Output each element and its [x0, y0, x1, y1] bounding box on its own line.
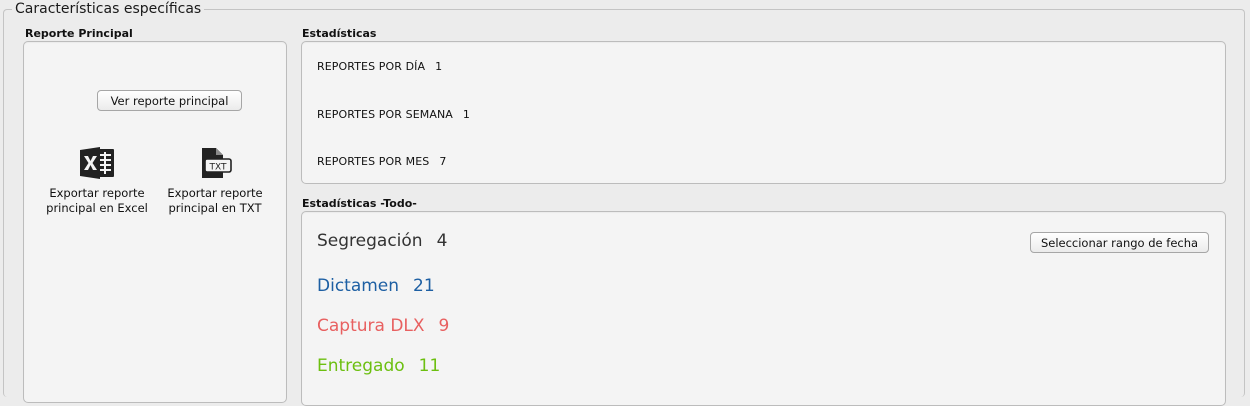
todo-value: 4	[436, 231, 448, 251]
excel-icon	[80, 147, 114, 179]
stat-row-dia: REPORTES POR DÍA 1	[317, 60, 442, 73]
todo-value: 9	[438, 316, 450, 336]
svg-text:TXT: TXT	[208, 163, 227, 173]
stat-label: REPORTES POR DÍA	[317, 60, 426, 73]
stat-value: 1	[435, 60, 443, 73]
stat-value: 1	[462, 108, 471, 121]
todo-row-captura-dlx: Captura DLX 9	[317, 316, 449, 336]
export-txt-label-2: principal en TXT	[168, 201, 262, 215]
export-excel-label-1: Exportar reporte	[49, 186, 145, 200]
reporte-principal-title: Reporte Principal	[25, 27, 133, 40]
estadisticas-title: Estadísticas	[302, 27, 377, 40]
txt-file-icon: TXT	[202, 148, 232, 178]
todo-label: Captura DLX	[317, 316, 425, 336]
seleccionar-rango-fecha-button[interactable]: Seleccionar rango de fecha	[1030, 232, 1209, 253]
todo-row-entregado: Entregado 11	[317, 356, 440, 376]
export-excel-label-2: principal en Excel	[46, 201, 148, 215]
todo-value: 21	[413, 276, 435, 296]
caracteristicas-legend: Características específicas	[12, 1, 205, 17]
todo-row-dictamen: Dictamen 21	[317, 276, 435, 296]
stat-row-semana: REPORTES POR SEMANA 1	[317, 108, 470, 121]
todo-label: Segregación	[317, 231, 423, 251]
stat-label: REPORTES POR MES	[317, 155, 430, 168]
export-excel-button[interactable]: Exportar reporte principal en Excel	[42, 146, 152, 216]
export-txt-label-1: Exportar reporte	[167, 186, 263, 200]
todo-label: Entregado	[317, 356, 405, 376]
stat-value: 7	[439, 155, 447, 168]
todo-label: Dictamen	[317, 276, 400, 296]
estadisticas-todo-title: Estadísticas -Todo-	[302, 197, 417, 210]
stat-label: REPORTES POR SEMANA	[317, 108, 453, 121]
ver-reporte-principal-button[interactable]: Ver reporte principal	[97, 90, 242, 111]
todo-row-segregacion: Segregación 4	[317, 231, 447, 251]
export-txt-button[interactable]: TXT Exportar reporte principal en TXT	[160, 146, 270, 216]
todo-value: 11	[418, 356, 441, 376]
stat-row-mes: REPORTES POR MES 7	[317, 155, 446, 168]
